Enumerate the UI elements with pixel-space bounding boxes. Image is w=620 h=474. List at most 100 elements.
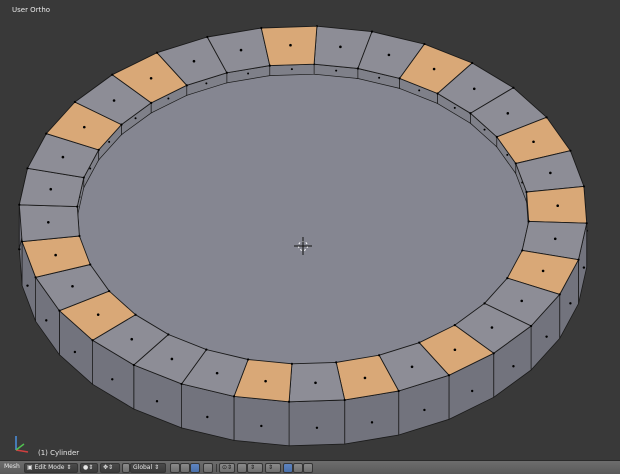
outer-wall-face[interactable] bbox=[288, 399, 346, 447]
vertex[interactable] bbox=[436, 92, 439, 95]
ring-face-dot[interactable] bbox=[549, 171, 552, 175]
render-icon[interactable] bbox=[303, 463, 313, 473]
ring-face-dot[interactable] bbox=[339, 45, 342, 49]
vertex[interactable] bbox=[483, 302, 486, 305]
select-edge-icon[interactable]: ⇕ bbox=[247, 463, 263, 473]
vertex[interactable] bbox=[150, 101, 153, 104]
vertex[interactable] bbox=[495, 135, 498, 138]
inner-wall-dot[interactable] bbox=[247, 72, 250, 75]
vertex[interactable] bbox=[577, 258, 580, 261]
vertex[interactable] bbox=[471, 61, 474, 65]
vertex[interactable] bbox=[108, 290, 111, 293]
vertex[interactable] bbox=[545, 116, 548, 119]
inner-wall-dot[interactable] bbox=[108, 140, 111, 143]
ring-face-dot[interactable] bbox=[192, 59, 196, 63]
vertex[interactable] bbox=[569, 149, 572, 152]
ring-face[interactable] bbox=[288, 361, 346, 403]
vertex[interactable] bbox=[73, 100, 76, 104]
vertex[interactable] bbox=[469, 112, 472, 115]
ring-face-selected[interactable] bbox=[526, 185, 588, 224]
snap-magnet-icon[interactable] bbox=[293, 463, 303, 473]
vertex[interactable] bbox=[423, 42, 426, 46]
vertex[interactable] bbox=[521, 249, 524, 252]
wall-face-dot[interactable] bbox=[545, 335, 548, 338]
ring-face-dot[interactable] bbox=[387, 53, 391, 57]
ring-face-dot[interactable] bbox=[170, 357, 174, 361]
vertex[interactable] bbox=[492, 352, 495, 355]
vertex[interactable] bbox=[58, 309, 61, 312]
wall-face-dot[interactable] bbox=[111, 378, 114, 381]
ring-face-dot[interactable] bbox=[47, 220, 50, 224]
vertex[interactable] bbox=[205, 348, 208, 351]
vertex[interactable] bbox=[585, 222, 588, 225]
limit-selection-icon[interactable] bbox=[283, 463, 293, 473]
vertex[interactable] bbox=[180, 382, 183, 386]
ring-face-dot[interactable] bbox=[541, 269, 545, 273]
vertex[interactable] bbox=[232, 395, 236, 398]
inner-wall-dot[interactable] bbox=[290, 68, 293, 71]
ring-face-dot[interactable] bbox=[49, 187, 53, 191]
wall-face-dot[interactable] bbox=[423, 408, 426, 412]
wall-face-dot[interactable] bbox=[45, 319, 48, 322]
ring-face-dot[interactable] bbox=[506, 112, 510, 115]
inner-wall-dot[interactable] bbox=[167, 97, 170, 100]
vertex[interactable] bbox=[356, 67, 360, 70]
vertex[interactable] bbox=[97, 148, 100, 151]
vertex[interactable] bbox=[397, 389, 400, 393]
vertex[interactable] bbox=[111, 73, 114, 76]
ring-face-dot[interactable] bbox=[112, 99, 116, 102]
ring-face-selected[interactable] bbox=[260, 25, 318, 67]
wall-face-dot[interactable] bbox=[73, 350, 77, 354]
mode-selector[interactable]: ▣ Edit Mode ⇕ bbox=[24, 463, 78, 473]
ring-face-dot[interactable] bbox=[82, 125, 86, 129]
vertex[interactable] bbox=[525, 190, 528, 194]
vertex[interactable] bbox=[527, 220, 530, 223]
inner-wall-dot[interactable] bbox=[335, 69, 338, 72]
vertex[interactable] bbox=[335, 361, 338, 364]
inner-wall-dot[interactable] bbox=[134, 117, 137, 120]
vertex[interactable] bbox=[287, 400, 291, 403]
ring-face-dot[interactable] bbox=[490, 326, 494, 329]
vertex[interactable] bbox=[268, 64, 271, 67]
inner-wall-dot[interactable] bbox=[205, 82, 208, 85]
vertex[interactable] bbox=[343, 398, 346, 402]
ring-face-dot[interactable] bbox=[239, 48, 243, 52]
vertex[interactable] bbox=[167, 333, 170, 336]
translate-icon[interactable] bbox=[170, 463, 180, 473]
vertex[interactable] bbox=[378, 354, 381, 357]
vertex[interactable] bbox=[582, 185, 586, 188]
wall-face-dot[interactable] bbox=[370, 421, 374, 424]
mesh-menu[interactable]: Mesh bbox=[2, 463, 20, 473]
vertex[interactable] bbox=[155, 51, 159, 54]
vertex[interactable] bbox=[246, 358, 250, 361]
ring-face-dot[interactable] bbox=[61, 155, 65, 159]
vertex[interactable] bbox=[370, 30, 374, 33]
ring-face-dot[interactable] bbox=[410, 365, 414, 369]
vertex[interactable] bbox=[82, 176, 85, 179]
wall-face-dot[interactable] bbox=[260, 424, 263, 428]
vertex[interactable] bbox=[20, 240, 24, 243]
vertex[interactable] bbox=[34, 276, 37, 279]
vertex[interactable] bbox=[18, 203, 21, 206]
inner-wall-dot[interactable] bbox=[453, 106, 456, 109]
scale-icon[interactable] bbox=[190, 463, 200, 473]
ring-face-dot[interactable] bbox=[289, 43, 292, 47]
vertex[interactable] bbox=[78, 234, 81, 238]
ring-face-dot[interactable] bbox=[215, 371, 219, 375]
ring-face-dot[interactable] bbox=[532, 140, 535, 144]
vertex[interactable] bbox=[418, 341, 421, 344]
proportional-edit-icon[interactable]: ⊙⇕ bbox=[219, 463, 235, 473]
ring-face-dot[interactable] bbox=[264, 379, 267, 383]
wall-face-dot[interactable] bbox=[155, 400, 159, 403]
rotate-icon[interactable] bbox=[180, 463, 190, 473]
orientation-selector[interactable]: Global ⇕ bbox=[130, 463, 166, 473]
vertex[interactable] bbox=[45, 132, 48, 135]
pivot-point-icon[interactable]: ✥⇕ bbox=[100, 463, 120, 473]
ring-face-dot[interactable] bbox=[520, 299, 524, 303]
vertex[interactable] bbox=[530, 324, 533, 328]
3d-viewport[interactable]: User Ortho (1) Cylinder bbox=[0, 0, 620, 460]
ring-face-dot[interactable] bbox=[54, 253, 57, 257]
wall-face-dot[interactable] bbox=[470, 389, 474, 393]
ring-face[interactable] bbox=[18, 204, 80, 243]
manipulator-icon[interactable] bbox=[122, 463, 130, 473]
